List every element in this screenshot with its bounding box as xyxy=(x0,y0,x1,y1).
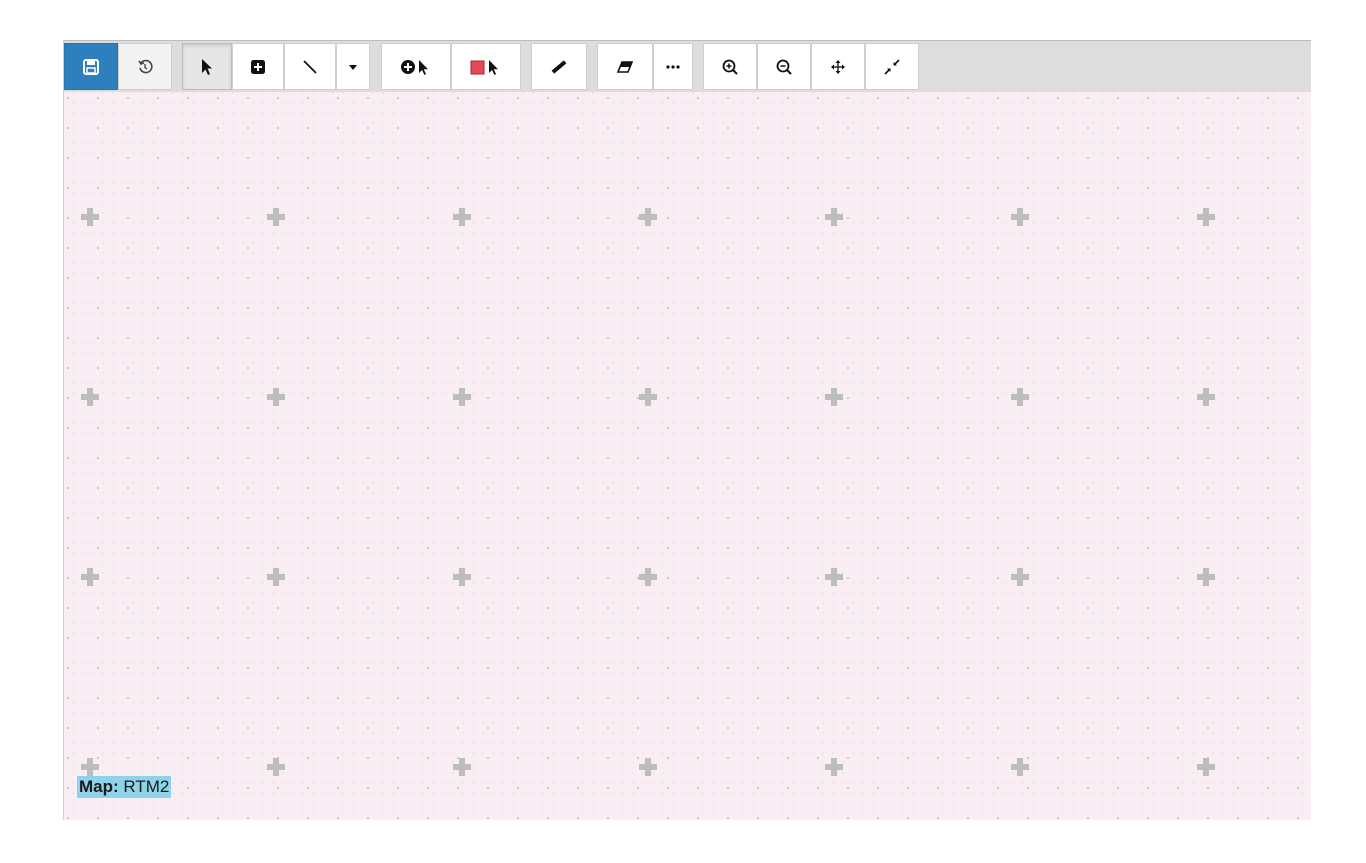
grid-plus-marker xyxy=(81,208,99,226)
zoom-out-icon xyxy=(776,59,792,75)
grid-plus-marker xyxy=(639,758,657,776)
grid-plus-marker xyxy=(1011,568,1029,586)
select-tool-button[interactable] xyxy=(182,43,232,90)
grid-plus-marker xyxy=(1197,388,1215,406)
zoom-in-button[interactable] xyxy=(703,43,757,90)
grid-plus-marker xyxy=(1197,758,1215,776)
zoom-out-button[interactable] xyxy=(757,43,811,90)
zoom-in-icon xyxy=(722,59,738,75)
line-icon xyxy=(303,59,317,74)
map-canvas[interactable]: Map: RTM2 ˇ xyxy=(64,92,1311,820)
eraser-button[interactable] xyxy=(597,43,653,90)
grid-plus-marker xyxy=(267,568,285,586)
grid-plus-marker xyxy=(825,208,843,226)
history-button[interactable] xyxy=(118,43,172,90)
plus-square-icon xyxy=(251,59,265,74)
draw-line-button[interactable] xyxy=(284,43,336,90)
grid-plus-marker xyxy=(453,388,471,406)
grid-plus-marker xyxy=(1011,388,1029,406)
grid-plus-marker xyxy=(81,388,99,406)
grid-plus-marker xyxy=(267,758,285,776)
ellipsis-icon xyxy=(666,64,680,69)
add-node-button[interactable] xyxy=(232,43,284,90)
grid-plus-marker xyxy=(1011,758,1029,776)
grid-plus-marker xyxy=(267,388,285,406)
grid-plus-marker xyxy=(267,208,285,226)
add-rect-select-button[interactable] xyxy=(451,43,521,90)
compress-icon xyxy=(884,58,900,75)
grid-plus-marker xyxy=(453,758,471,776)
grid-plus-marker xyxy=(639,208,657,226)
history-icon xyxy=(138,59,153,73)
pan-button[interactable] xyxy=(811,43,865,90)
ruler-icon xyxy=(551,59,567,74)
toolbar xyxy=(64,40,1311,92)
grid-plus-marker xyxy=(639,568,657,586)
collapse-button[interactable] xyxy=(865,43,919,90)
grid-plus-marker xyxy=(825,568,843,586)
line-dropdown-button[interactable] xyxy=(336,43,370,90)
grid-plus-marker xyxy=(825,758,843,776)
save-icon xyxy=(83,58,99,75)
red-square-cursor-icon xyxy=(470,59,498,75)
grid-plus-marker xyxy=(639,388,657,406)
map-label-key: Map: xyxy=(79,777,119,796)
cursor-arrow-icon xyxy=(202,58,212,75)
move-arrows-icon xyxy=(831,59,845,74)
grid-plus-marker xyxy=(1197,208,1215,226)
map-name-label: Map: RTM2 xyxy=(77,776,172,798)
map-label-value: RTM2 xyxy=(123,777,170,796)
map-editor: Map: RTM2 ˇ xyxy=(63,40,1311,820)
grid-plus-marker xyxy=(453,208,471,226)
grid-plus-marker xyxy=(825,388,843,406)
grid-plus-marker xyxy=(81,758,99,776)
grid-plus-marker xyxy=(453,568,471,586)
eraser-icon xyxy=(616,60,634,73)
add-circle-select-button[interactable] xyxy=(381,43,451,90)
measure-button[interactable] xyxy=(531,43,587,90)
save-button[interactable] xyxy=(64,43,118,90)
circle-cursor-icon xyxy=(401,59,428,75)
caret-down-icon xyxy=(349,64,357,70)
grid-plus-marker xyxy=(1197,568,1215,586)
more-options-button[interactable] xyxy=(653,43,693,90)
grid-plus-marker xyxy=(1011,208,1029,226)
grid-plus-marker xyxy=(81,568,99,586)
